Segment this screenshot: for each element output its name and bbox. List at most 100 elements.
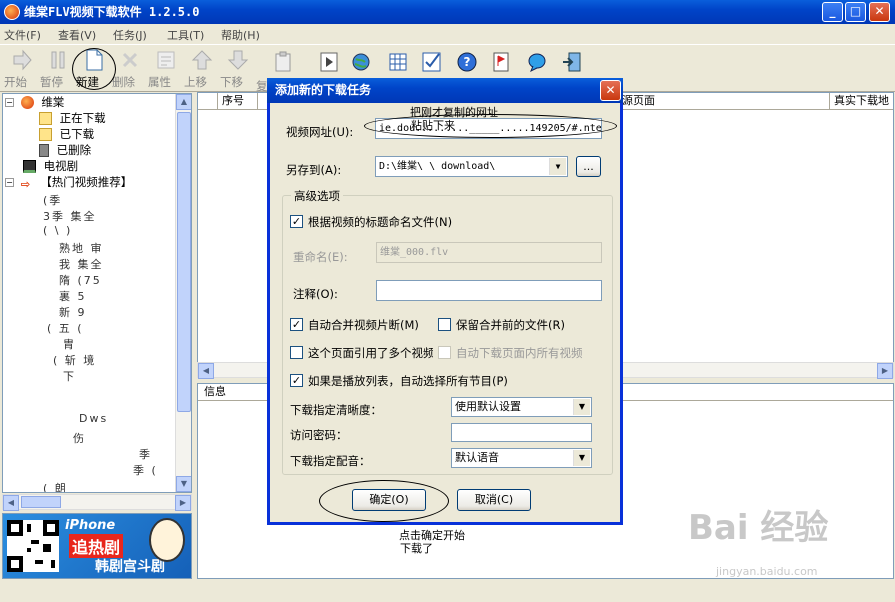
tree-item-video[interactable]: 熟地 审 [59, 240, 104, 255]
auto-all-label: 自动下载页面内所有视频 [456, 346, 583, 360]
tree-item-video[interactable]: 伤 [73, 430, 86, 445]
menu-task[interactable]: 任务(J) [113, 27, 147, 43]
flag-icon[interactable] [490, 51, 512, 73]
chevron-down-icon[interactable]: ▼ [573, 450, 590, 466]
clarity-select[interactable]: 使用默认设置 ▼ [451, 397, 592, 417]
advanced-options-title: 高级选项 [291, 188, 343, 204]
password-input[interactable] [451, 423, 592, 442]
tree-item-video[interactable]: ( 五 ( [47, 320, 84, 335]
move-up-button[interactable]: 上移 [184, 49, 220, 91]
maximize-button[interactable]: □ [845, 2, 866, 22]
tree-item-downloaded[interactable]: 已下载 [39, 126, 94, 142]
tree-item-root[interactable]: − 维棠 [5, 94, 64, 110]
tree-item-video[interactable]: 季 [139, 446, 152, 461]
audio-select[interactable]: 默认语音 ▼ [451, 448, 592, 468]
menu-view[interactable]: 查看(V) [58, 27, 96, 43]
multi-video-checkbox[interactable] [290, 346, 303, 359]
globe-icon[interactable] [350, 51, 372, 73]
scroll-thumb[interactable] [177, 112, 191, 412]
scroll-right-icon[interactable]: ▶ [175, 495, 191, 511]
move-down-button[interactable]: 下移 [220, 49, 256, 91]
tree-item-video[interactable]: 新 9 [59, 304, 87, 319]
tree-item-downloading[interactable]: 正在下载 [39, 110, 106, 126]
tree-item-hot[interactable]: − ⇨ 【热门视频推荐】 [5, 174, 132, 191]
grid-icon[interactable] [387, 51, 409, 73]
title-bar: 维棠FLV视频下载软件 1.2.5.0 _ □ ✕ [0, 0, 895, 24]
column-index[interactable]: 序号 [218, 93, 258, 110]
start-button[interactable]: 开始 [4, 49, 40, 91]
pause-button[interactable]: 暂停 [40, 49, 76, 91]
cancel-button[interactable]: 取消(C) [457, 489, 531, 511]
browse-button[interactable]: ... [576, 156, 601, 177]
name-by-title-checkbox[interactable]: ✓ [290, 215, 303, 228]
help-icon[interactable]: ? [456, 51, 478, 73]
properties-button[interactable]: 属性 [148, 49, 184, 91]
chevron-down-icon[interactable]: ▼ [549, 158, 566, 175]
tree-item-video[interactable]: ( 朗 [43, 480, 68, 492]
tree-item-video[interactable]: ( 斩 境 [53, 352, 96, 367]
minimize-button[interactable]: _ [822, 2, 843, 22]
chat-icon[interactable] [526, 51, 548, 73]
tree-vertical-scrollbar[interactable]: ▲ ▼ [175, 94, 191, 492]
category-tree: − 维棠 正在下载 已下载 已删除 电视剧 − ⇨ 【热门视频推荐】 (季 3季… [2, 93, 192, 493]
tree-item-video[interactable]: 季 ( [133, 462, 158, 477]
promo-banner[interactable]: iPhone 追热剧 韩剧宫斗剧 [2, 513, 192, 579]
column-real-url[interactable]: 真实下载地 [830, 93, 895, 110]
menu-file[interactable]: 文件(F) [4, 27, 41, 43]
close-button[interactable]: ✕ [869, 2, 890, 22]
tree-item-video[interactable]: 下 [63, 368, 76, 383]
window-title: 维棠FLV视频下载软件 1.2.5.0 [24, 5, 200, 19]
checklist-icon[interactable] [420, 50, 444, 74]
banner-iphone: iPhone [65, 518, 116, 533]
tree-item-video[interactable]: 我 集全 [59, 256, 104, 271]
keep-before-label: 保留合并前的文件(R) [456, 318, 565, 332]
delete-icon [122, 52, 138, 68]
playlist-checkbox[interactable]: ✓ [290, 374, 303, 387]
cartoon-face-icon [149, 518, 185, 562]
comment-input[interactable] [376, 280, 602, 301]
exit-icon[interactable] [561, 51, 583, 73]
menu-tools[interactable]: 工具(T) [167, 27, 204, 43]
clipboard-icon[interactable] [272, 51, 294, 73]
tree-item-video[interactable]: (季 [43, 192, 62, 207]
scroll-thumb[interactable] [21, 496, 61, 508]
scroll-up-icon[interactable]: ▲ [176, 94, 191, 110]
scroll-down-icon[interactable]: ▼ [176, 476, 191, 492]
app-icon [4, 4, 20, 20]
pause-icon [51, 51, 65, 69]
auto-merge-checkbox[interactable]: ✓ [290, 318, 303, 331]
delete-button[interactable]: 删除 [112, 49, 148, 91]
tree-item-tv[interactable]: 电视剧 [23, 158, 78, 174]
rename-input[interactable]: 维棠_000.flv [376, 242, 602, 263]
tree-horizontal-scrollbar[interactable]: ◀ ▶ [2, 494, 192, 511]
save-to-select[interactable]: D:\维棠\ \ download\ ▼ [375, 156, 568, 177]
url-label: 视频网址(U): [286, 125, 354, 139]
collapse-icon[interactable]: − [5, 178, 14, 187]
column-check[interactable] [198, 93, 218, 110]
collapse-icon[interactable]: − [5, 98, 14, 107]
column-source[interactable]: 源页面 [618, 93, 830, 110]
play-icon[interactable] [318, 51, 340, 73]
scroll-left-icon[interactable]: ◀ [3, 495, 19, 511]
tv-icon [23, 160, 36, 173]
auto-all-checkbox[interactable] [438, 346, 451, 359]
folder-icon [39, 128, 52, 141]
tree-item-video[interactable]: Dws [79, 412, 108, 425]
tree-item-video[interactable]: 胄 [63, 336, 76, 351]
dialog-close-icon[interactable]: ✕ [600, 80, 621, 101]
tree-item-video[interactable]: 隋 (75 [59, 272, 102, 287]
name-by-title-label: 根据视频的标题命名文件(N) [308, 215, 453, 229]
tree-item-deleted[interactable]: 已删除 [39, 142, 91, 158]
scroll-right-icon[interactable]: ▶ [877, 363, 893, 379]
auto-merge-label: 自动合并视频片断(M) [308, 318, 419, 332]
scroll-left-icon[interactable]: ◀ [198, 363, 214, 379]
watermark: Bai 经验 [688, 508, 829, 548]
keep-before-checkbox[interactable] [438, 318, 451, 331]
chevron-down-icon[interactable]: ▼ [573, 399, 590, 415]
new-button-highlight [72, 48, 116, 90]
tree-item-video[interactable]: 裏 5 [59, 288, 87, 303]
menu-help[interactable]: 帮助(H) [221, 27, 260, 43]
tree-item-video[interactable]: ( \ ) [43, 224, 72, 237]
tree-item-video[interactable]: 3季 集全 [43, 208, 97, 223]
svg-text:?: ? [464, 55, 471, 69]
